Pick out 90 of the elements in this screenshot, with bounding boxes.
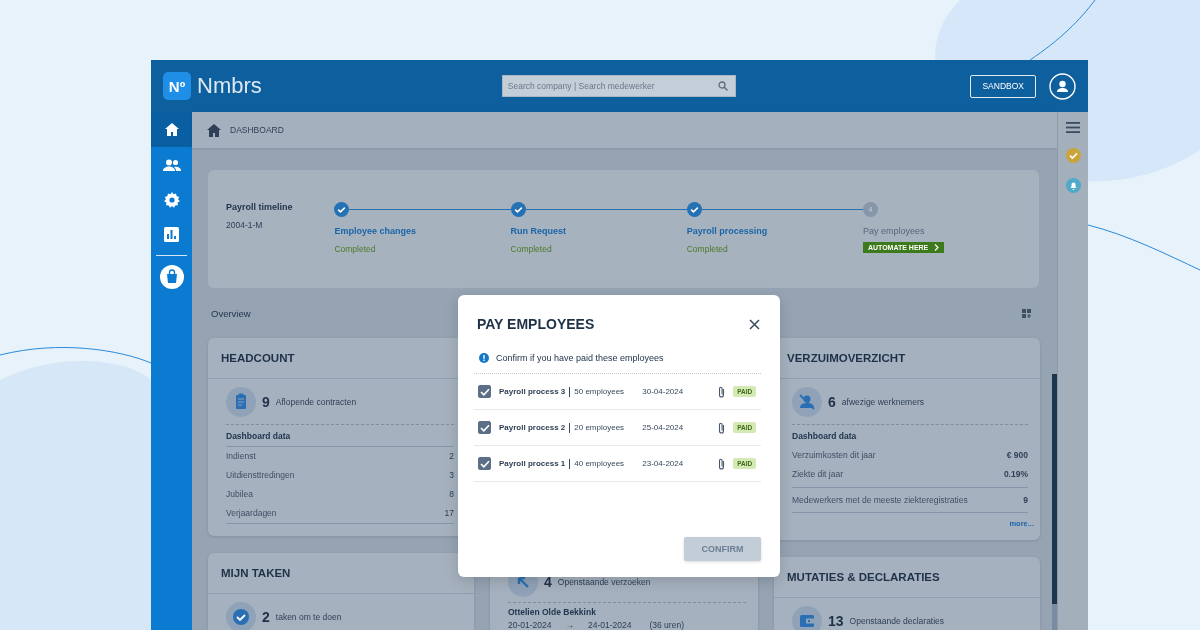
overview-title: Overview (211, 307, 251, 319)
dialog-title: PAY EMPLOYEES (477, 316, 595, 332)
curve-line (1029, 0, 1096, 61)
clipboard-icon (226, 387, 256, 417)
search-icon (717, 81, 728, 91)
data-label: Verjaardagen (226, 508, 277, 518)
person-off-icon (792, 387, 822, 417)
card-title: MUTATIES & DECLARATIES (787, 571, 940, 583)
data-label: Verzuimkosten dit jaar (792, 450, 876, 460)
section-title: Dashboard data (792, 431, 858, 443)
employee-count: 20 employees (574, 423, 626, 432)
paperclip-icon[interactable] (718, 457, 726, 470)
data-label: Jubilea (226, 489, 253, 499)
process-date: 23-04-2024 (642, 459, 685, 468)
checkbox[interactable] (478, 421, 491, 434)
data-value: 9 (1023, 495, 1028, 505)
process-name: Payroll process 1 (499, 459, 566, 468)
data-value: 8 (449, 489, 454, 499)
card-title: VERZUIMOVERZICHT (787, 352, 906, 364)
paperclip-icon[interactable] (718, 421, 726, 434)
people-icon (162, 158, 181, 171)
logo-badge: Nº (163, 72, 191, 100)
step-label[interactable]: Run Request (510, 226, 567, 236)
data-label: Medewerkers met de meeste ziekteregistraties (792, 495, 968, 505)
process-name: Payroll process 2 (499, 423, 566, 432)
payroll-period: 2004-1-M (226, 220, 264, 230)
sidebar-item[interactable] (151, 112, 192, 147)
checkbox[interactable] (478, 385, 491, 398)
request-name: Ottelien Olde Bekkink (508, 607, 597, 617)
data-value: € 900 (1006, 450, 1028, 460)
employee-count: 50 employees (574, 387, 626, 396)
step-label[interactable]: Payroll processing (686, 226, 768, 236)
end-date: 24-01-2024 (588, 620, 632, 630)
stat-count: 9 (262, 394, 270, 410)
card-title: HEADCOUNT (221, 352, 295, 364)
brand-name: Nmbrs (197, 73, 262, 99)
stat-label: Openstaande verzoeken (557, 577, 651, 587)
step-label[interactable]: Employee changes (334, 226, 416, 236)
scrollbar[interactable] (1052, 374, 1057, 630)
stat-label: afwezige werknemers (841, 397, 924, 407)
info-text: Confirm if you have paid these employees (496, 353, 664, 363)
user-avatar-icon[interactable] (1049, 72, 1076, 100)
data-value: 3 (449, 470, 454, 480)
stat-count: 2 (262, 609, 270, 625)
employee-count: 40 employees (574, 459, 626, 468)
arrow-glyph: → (565, 620, 574, 630)
close-icon[interactable] (749, 318, 760, 330)
chart-icon (164, 227, 179, 242)
section-title: Dashboard data (226, 431, 454, 447)
card-title: MIJN TAKEN (221, 567, 291, 579)
timeline-title: Payroll timeline (226, 202, 294, 212)
start-date: 20-01-2024 (508, 620, 552, 630)
menu-icon (1066, 122, 1080, 133)
stat-label: taken om te doen (275, 612, 342, 622)
process-date: 30-04-2024 (642, 387, 685, 396)
stat-count: 6 (828, 394, 836, 410)
home-icon (206, 122, 222, 138)
check-icon (1065, 148, 1081, 163)
check-icon (226, 602, 256, 630)
shop-icon (159, 264, 184, 289)
step-status: Completed (510, 244, 552, 254)
sandbox-button[interactable]: SANDBOX (970, 74, 1036, 98)
step-status: Completed (334, 244, 376, 254)
data-value: 2 (449, 451, 454, 461)
step-label: Pay employees (862, 226, 925, 236)
confirm-button[interactable]: CONFIRM (684, 537, 761, 561)
data-value: 17 (444, 508, 454, 518)
checkbox[interactable] (478, 457, 491, 470)
data-label: Indienst (226, 451, 256, 461)
settings-icon (163, 191, 180, 208)
chevron-right-icon (934, 244, 940, 251)
data-label: Ziekte dit jaar (792, 469, 844, 479)
stat-count: 13 (828, 613, 844, 629)
stat-label: Openstaande declaraties (849, 616, 945, 626)
home-icon (163, 122, 180, 137)
add-widget-icon[interactable] (1022, 308, 1031, 318)
info-icon (479, 353, 489, 363)
request-hours: (36 uren) (649, 620, 684, 630)
search-field[interactable]: Search company | Search medewerker (501, 75, 736, 97)
bell-icon (1065, 178, 1081, 193)
stat-label: Aflopende contracten (275, 397, 357, 407)
breadcrumb[interactable]: DASHBOARD (230, 125, 284, 135)
process-name: Payroll process 3 (499, 387, 566, 396)
data-value: 0.19% (1003, 469, 1028, 479)
process-date: 25-04-2024 (642, 423, 685, 432)
data-label: Uitdiensttredingen (226, 470, 295, 480)
paperclip-icon[interactable] (718, 385, 726, 398)
stat-count: 4 (544, 574, 552, 590)
step-status: Completed (686, 244, 728, 254)
wallet-icon (792, 606, 822, 630)
